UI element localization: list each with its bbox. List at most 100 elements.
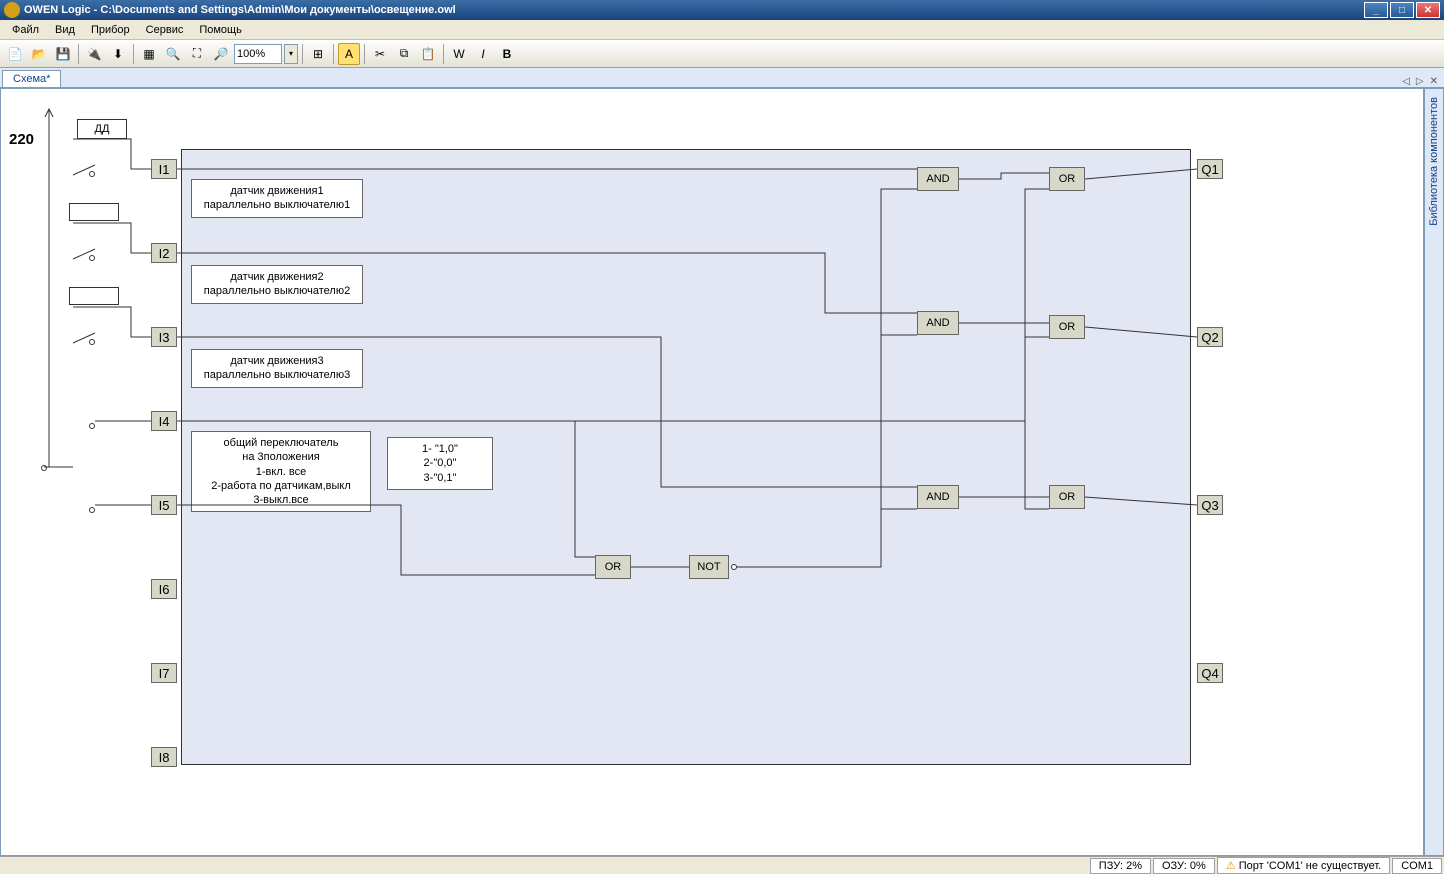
separator xyxy=(78,44,79,64)
text-tool-icon[interactable]: A xyxy=(338,43,360,65)
menu-file[interactable]: Файл xyxy=(4,22,47,38)
note5-l2: 2-"0,0" xyxy=(424,457,457,469)
toolbar: 📄 📂 💾 🔌 ⬇ ▦ 🔍 ⛶ 🔎 100% ▾ ⊞ A ✂ ⧉ 📋 W I B xyxy=(0,40,1444,68)
note-codes: 1- "1,0" 2-"0,0" 3-"0,1" xyxy=(387,437,493,490)
note3-line1: датчик движения3 xyxy=(230,355,323,367)
switch-block xyxy=(69,203,119,221)
canvas[interactable]: 220 ДД I1 I2 I3 I4 I5 I6 I7 I8 Q1 Q2 Q3 … xyxy=(1,89,1423,855)
note4-l1: общий переключатель xyxy=(224,437,339,449)
window-title: OWEN Logic - C:\Documents and Settings\A… xyxy=(24,4,456,16)
tab-controls: ◁ ▷ ✕ xyxy=(1400,76,1444,87)
not-bubble xyxy=(731,564,737,570)
dd-block[interactable]: ДД xyxy=(77,119,127,139)
side-panel[interactable]: Библиотека компонентов xyxy=(1424,88,1444,856)
close-button[interactable]: ✕ xyxy=(1416,2,1440,18)
terminal-circle xyxy=(41,465,47,471)
zoom-dropdown[interactable]: ▾ xyxy=(284,44,298,64)
port-i8[interactable]: I8 xyxy=(151,747,177,767)
zoom-out-icon[interactable]: 🔍 xyxy=(162,43,184,65)
tab-prev-icon[interactable]: ◁ xyxy=(1400,76,1412,87)
copy-icon[interactable]: ⧉ xyxy=(393,43,415,65)
note2-line1: датчик движения2 xyxy=(230,271,323,283)
tab-schema[interactable]: Схема* xyxy=(2,70,61,87)
port-q4[interactable]: Q4 xyxy=(1197,663,1223,683)
note1-line2: параллельно выключателю1 xyxy=(204,199,350,211)
port-q1[interactable]: Q1 xyxy=(1197,159,1223,179)
status-bar: ПЗУ: 2% ОЗУ: 0% Порт 'COM1' не существуе… xyxy=(0,856,1444,874)
port-i2[interactable]: I2 xyxy=(151,243,177,263)
tab-row: Схема* ◁ ▷ ✕ xyxy=(0,68,1444,88)
save-icon[interactable]: 💾 xyxy=(52,43,74,65)
download-icon[interactable]: ⬇ xyxy=(107,43,129,65)
window-controls: _ □ ✕ xyxy=(1364,2,1440,18)
device-icon[interactable]: 🔌 xyxy=(83,43,105,65)
separator xyxy=(364,44,365,64)
status-warning: Порт 'COM1' не существует. xyxy=(1217,857,1390,874)
title-bar: OWEN Logic - C:\Documents and Settings\A… xyxy=(0,0,1444,20)
terminal-circle xyxy=(89,507,95,513)
port-i6[interactable]: I6 xyxy=(151,579,177,599)
note3-line2: параллельно выключателю3 xyxy=(204,369,350,381)
menu-device[interactable]: Прибор xyxy=(83,22,138,38)
terminal-circle xyxy=(89,255,95,261)
note-switch: общий переключатель на 3положения 1-вкл.… xyxy=(191,431,371,512)
status-pzu: ПЗУ: 2% xyxy=(1090,858,1151,874)
separator xyxy=(302,44,303,64)
grid-icon[interactable]: ▦ xyxy=(138,43,160,65)
italic-icon[interactable]: I xyxy=(472,43,494,65)
gate-or2[interactable]: OR xyxy=(1049,315,1085,339)
status-com: COM1 xyxy=(1392,858,1442,874)
app-icon xyxy=(4,2,20,18)
note4-l4: 2-работа по датчикам,выкл xyxy=(211,480,351,492)
grid2-icon[interactable]: ⊞ xyxy=(307,43,329,65)
note-sensor2: датчик движения2 параллельно выключателю… xyxy=(191,265,363,304)
note1-line1: датчик движения1 xyxy=(230,185,323,197)
port-q3[interactable]: Q3 xyxy=(1197,495,1223,515)
menu-view[interactable]: Вид xyxy=(47,22,83,38)
new-icon[interactable]: 📄 xyxy=(4,43,26,65)
fit-icon[interactable]: ⛶ xyxy=(186,43,208,65)
zoom-value[interactable]: 100% xyxy=(234,44,282,64)
paste-icon[interactable]: 📋 xyxy=(417,43,439,65)
word-icon[interactable]: W xyxy=(448,43,470,65)
gate-or-bottom[interactable]: OR xyxy=(595,555,631,579)
port-i1[interactable]: I1 xyxy=(151,159,177,179)
terminal-circle xyxy=(89,339,95,345)
menu-help[interactable]: Помощь xyxy=(191,22,250,38)
minimize-button[interactable]: _ xyxy=(1364,2,1388,18)
gate-and3[interactable]: AND xyxy=(917,485,959,509)
note2-line2: параллельно выключателю2 xyxy=(204,285,350,297)
cut-icon[interactable]: ✂ xyxy=(369,43,391,65)
separator xyxy=(443,44,444,64)
port-i7[interactable]: I7 xyxy=(151,663,177,683)
terminal-circle xyxy=(89,171,95,177)
gate-not[interactable]: NOT xyxy=(689,555,729,579)
label-220: 220 xyxy=(9,131,34,148)
note4-l3: 1-вкл. все xyxy=(256,466,306,478)
bold-icon[interactable]: B xyxy=(496,43,518,65)
open-icon[interactable]: 📂 xyxy=(28,43,50,65)
gate-or3[interactable]: OR xyxy=(1049,485,1085,509)
menu-service[interactable]: Сервис xyxy=(138,22,192,38)
port-i3[interactable]: I3 xyxy=(151,327,177,347)
note-sensor1: датчик движения1 параллельно выключателю… xyxy=(191,179,363,218)
main-canvas-area: 220 ДД I1 I2 I3 I4 I5 I6 I7 I8 Q1 Q2 Q3 … xyxy=(0,88,1424,856)
note-sensor3: датчик движения3 параллельно выключателю… xyxy=(191,349,363,388)
side-panel-label[interactable]: Библиотека компонентов xyxy=(1428,89,1440,234)
note4-l2: на 3положения xyxy=(242,451,319,463)
note5-l3: 3-"0,1" xyxy=(424,472,457,484)
separator xyxy=(133,44,134,64)
tab-close-icon[interactable]: ✕ xyxy=(1428,76,1440,87)
note4-l5: 3-выкл.все xyxy=(253,494,308,506)
port-i4[interactable]: I4 xyxy=(151,411,177,431)
menu-bar: Файл Вид Прибор Сервис Помощь xyxy=(0,20,1444,40)
gate-or1[interactable]: OR xyxy=(1049,167,1085,191)
maximize-button[interactable]: □ xyxy=(1390,2,1414,18)
tab-next-icon[interactable]: ▷ xyxy=(1414,76,1426,87)
zoom-in-icon[interactable]: 🔎 xyxy=(210,43,232,65)
gate-and2[interactable]: AND xyxy=(917,311,959,335)
gate-and1[interactable]: AND xyxy=(917,167,959,191)
port-q2[interactable]: Q2 xyxy=(1197,327,1223,347)
note5-l1: 1- "1,0" xyxy=(422,443,458,455)
port-i5[interactable]: I5 xyxy=(151,495,177,515)
